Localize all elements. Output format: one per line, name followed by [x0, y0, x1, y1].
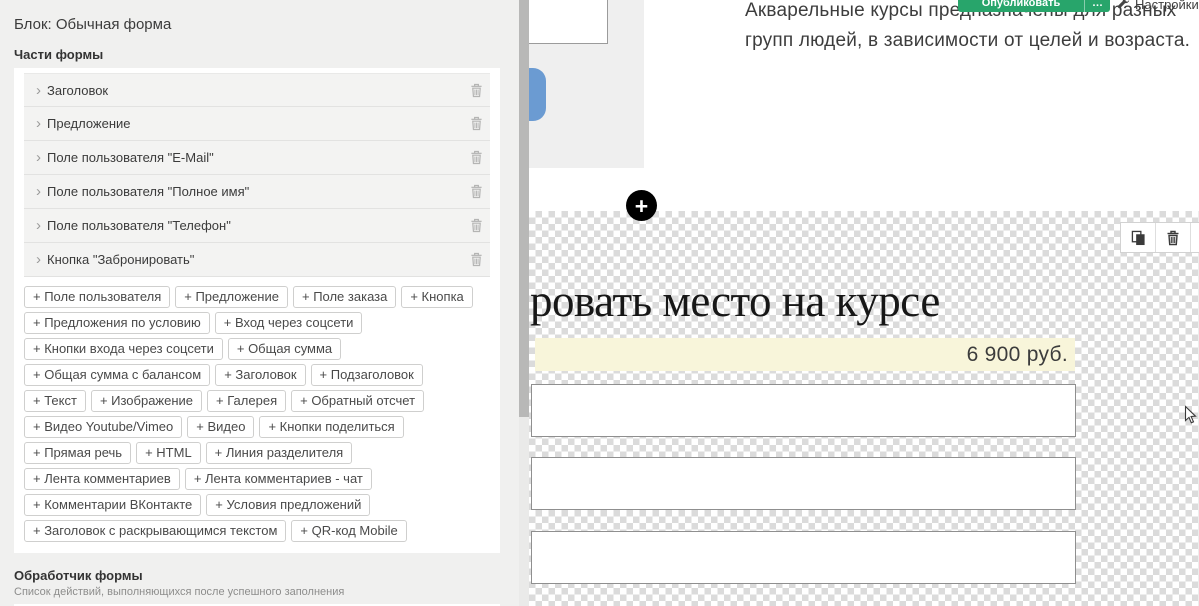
block-toolbar: ▼	[1120, 222, 1199, 253]
add-element-button[interactable]: + Условия предложений	[206, 494, 370, 516]
publish-button[interactable]: Опубликовать …	[958, 0, 1110, 12]
form-part-row[interactable]: › Кнопка "Забронировать"	[24, 243, 490, 277]
settings-button[interactable]: Настройки	[1117, 0, 1199, 12]
trash-icon[interactable]	[470, 184, 483, 199]
add-element-button[interactable]: + Видео Youtube/Vimeo	[24, 416, 182, 438]
add-element-button[interactable]: + Кнопки входа через соцсети	[24, 338, 223, 360]
publish-label: Опубликовать	[958, 0, 1084, 12]
trash-icon[interactable]	[470, 83, 483, 98]
preview-button-partial	[529, 68, 546, 121]
scrollbar-thumb[interactable]	[519, 0, 529, 417]
price-bar[interactable]: 6 900 руб.	[535, 338, 1075, 371]
trash-icon[interactable]	[470, 218, 483, 233]
preview-input-partial	[529, 0, 608, 44]
form-part-label: Кнопка "Забронировать"	[47, 252, 194, 267]
add-element-button[interactable]: + Видео	[187, 416, 254, 438]
form-parts-list: › Заголовок › Предложение	[24, 73, 490, 277]
add-element-button[interactable]: + Поле пользователя	[24, 286, 170, 308]
form-part-label: Заголовок	[47, 83, 108, 98]
duplicate-block-button[interactable]	[1121, 223, 1156, 252]
add-element-button[interactable]: + Кнопка	[401, 286, 472, 308]
delete-block-button[interactable]	[1156, 223, 1191, 252]
add-element-button[interactable]: + Текст	[24, 390, 86, 412]
chevron-right-icon: ›	[36, 116, 41, 131]
adjacent-block-preview	[529, 0, 644, 168]
chevron-right-icon: ›	[36, 150, 41, 165]
add-element-button[interactable]: + Предложения по условию	[24, 312, 210, 334]
add-element-button[interactable]: + Общая сумма	[228, 338, 341, 360]
add-element-button[interactable]: + QR-код Mobile	[291, 520, 406, 542]
form-field-fullname[interactable]	[531, 457, 1076, 510]
form-part-label: Поле пользователя "Телефон"	[47, 218, 231, 233]
chevron-right-icon: ›	[36, 184, 41, 199]
add-element-button[interactable]: + Лента комментариев - чат	[185, 468, 372, 490]
panel-title: Блок: Обычная форма	[14, 16, 500, 33]
add-element-button[interactable]: + Заголовок	[215, 364, 305, 386]
settings-label: Настройки	[1135, 0, 1199, 12]
panel-scrollbar[interactable]	[519, 0, 529, 606]
add-element-button[interactable]: + Поле заказа	[293, 286, 396, 308]
add-element-button[interactable]: + Лента комментариев	[24, 468, 180, 490]
block-settings-panel: Блок: Обычная форма Части формы › Заголо…	[0, 0, 519, 606]
form-handler-heading: Обработчик формы	[14, 568, 500, 583]
form-part-row[interactable]: › Поле пользователя "Телефон"	[24, 209, 490, 243]
form-parts-add-buttons: + Поле пользователя+ Предложение+ Поле з…	[24, 277, 490, 544]
form-part-row[interactable]: › Поле пользователя "Полное имя"	[24, 175, 490, 209]
chevron-right-icon: ›	[36, 252, 41, 267]
add-element-button[interactable]: + HTML	[136, 442, 201, 464]
add-element-button[interactable]: + Обратный отсчет	[291, 390, 424, 412]
add-element-button[interactable]: + Вход через соцсети	[215, 312, 363, 334]
form-part-row[interactable]: › Предложение	[24, 107, 490, 141]
add-element-button[interactable]: + Общая сумма с балансом	[24, 364, 210, 386]
trash-icon[interactable]	[470, 252, 483, 267]
form-parts-heading: Части формы	[14, 47, 500, 62]
add-element-button[interactable]: + Подзаголовок	[311, 364, 423, 386]
form-parts-card: › Заголовок › Предложение	[14, 68, 500, 553]
form-part-label: Поле пользователя "E-Mail"	[47, 150, 214, 165]
chevron-right-icon: ›	[36, 83, 41, 98]
form-handler-subheading: Список действий, выполняющихся после усп…	[14, 586, 500, 598]
app-root: Блок: Обычная форма Части формы › Заголо…	[0, 0, 1199, 606]
add-element-button[interactable]: + Изображение	[91, 390, 202, 412]
add-element-button[interactable]: + Галерея	[207, 390, 286, 412]
wrench-icon	[1117, 0, 1130, 12]
add-element-button[interactable]: + Линия разделителя	[206, 442, 353, 464]
add-element-button[interactable]: + Комментарии ВКонтакте	[24, 494, 201, 516]
chevron-right-icon: ›	[36, 218, 41, 233]
publish-more-button[interactable]: …	[1084, 0, 1110, 12]
trash-icon[interactable]	[470, 150, 483, 165]
form-block-canvas[interactable]: ▼ ровать место на курсе 6 900 руб.	[529, 211, 1199, 606]
add-element-button[interactable]: + Кнопки поделиться	[259, 416, 403, 438]
page-preview: Акварельные курсы предназначены для разн…	[529, 0, 1199, 606]
add-element-button[interactable]: + Прямая речь	[24, 442, 131, 464]
mouse-cursor	[1184, 405, 1198, 430]
trash-icon[interactable]	[470, 116, 483, 131]
price-value: 6 900 руб.	[967, 343, 1068, 367]
chevron-down-icon[interactable]: ▼	[1191, 223, 1199, 252]
form-part-row[interactable]: › Поле пользователя "E-Mail"	[24, 141, 490, 175]
form-part-label: Предложение	[47, 116, 131, 131]
add-element-button[interactable]: + Предложение	[175, 286, 288, 308]
form-block-heading[interactable]: ровать место на курсе	[530, 275, 940, 327]
form-field-phone[interactable]	[531, 531, 1076, 584]
form-part-row[interactable]: › Заголовок	[24, 73, 490, 107]
add-block-button[interactable]: +	[626, 190, 657, 221]
add-element-button[interactable]: + Заголовок с раскрывающимся текстом	[24, 520, 286, 542]
form-field-email[interactable]	[531, 384, 1076, 437]
form-part-label: Поле пользователя "Полное имя"	[47, 184, 249, 199]
